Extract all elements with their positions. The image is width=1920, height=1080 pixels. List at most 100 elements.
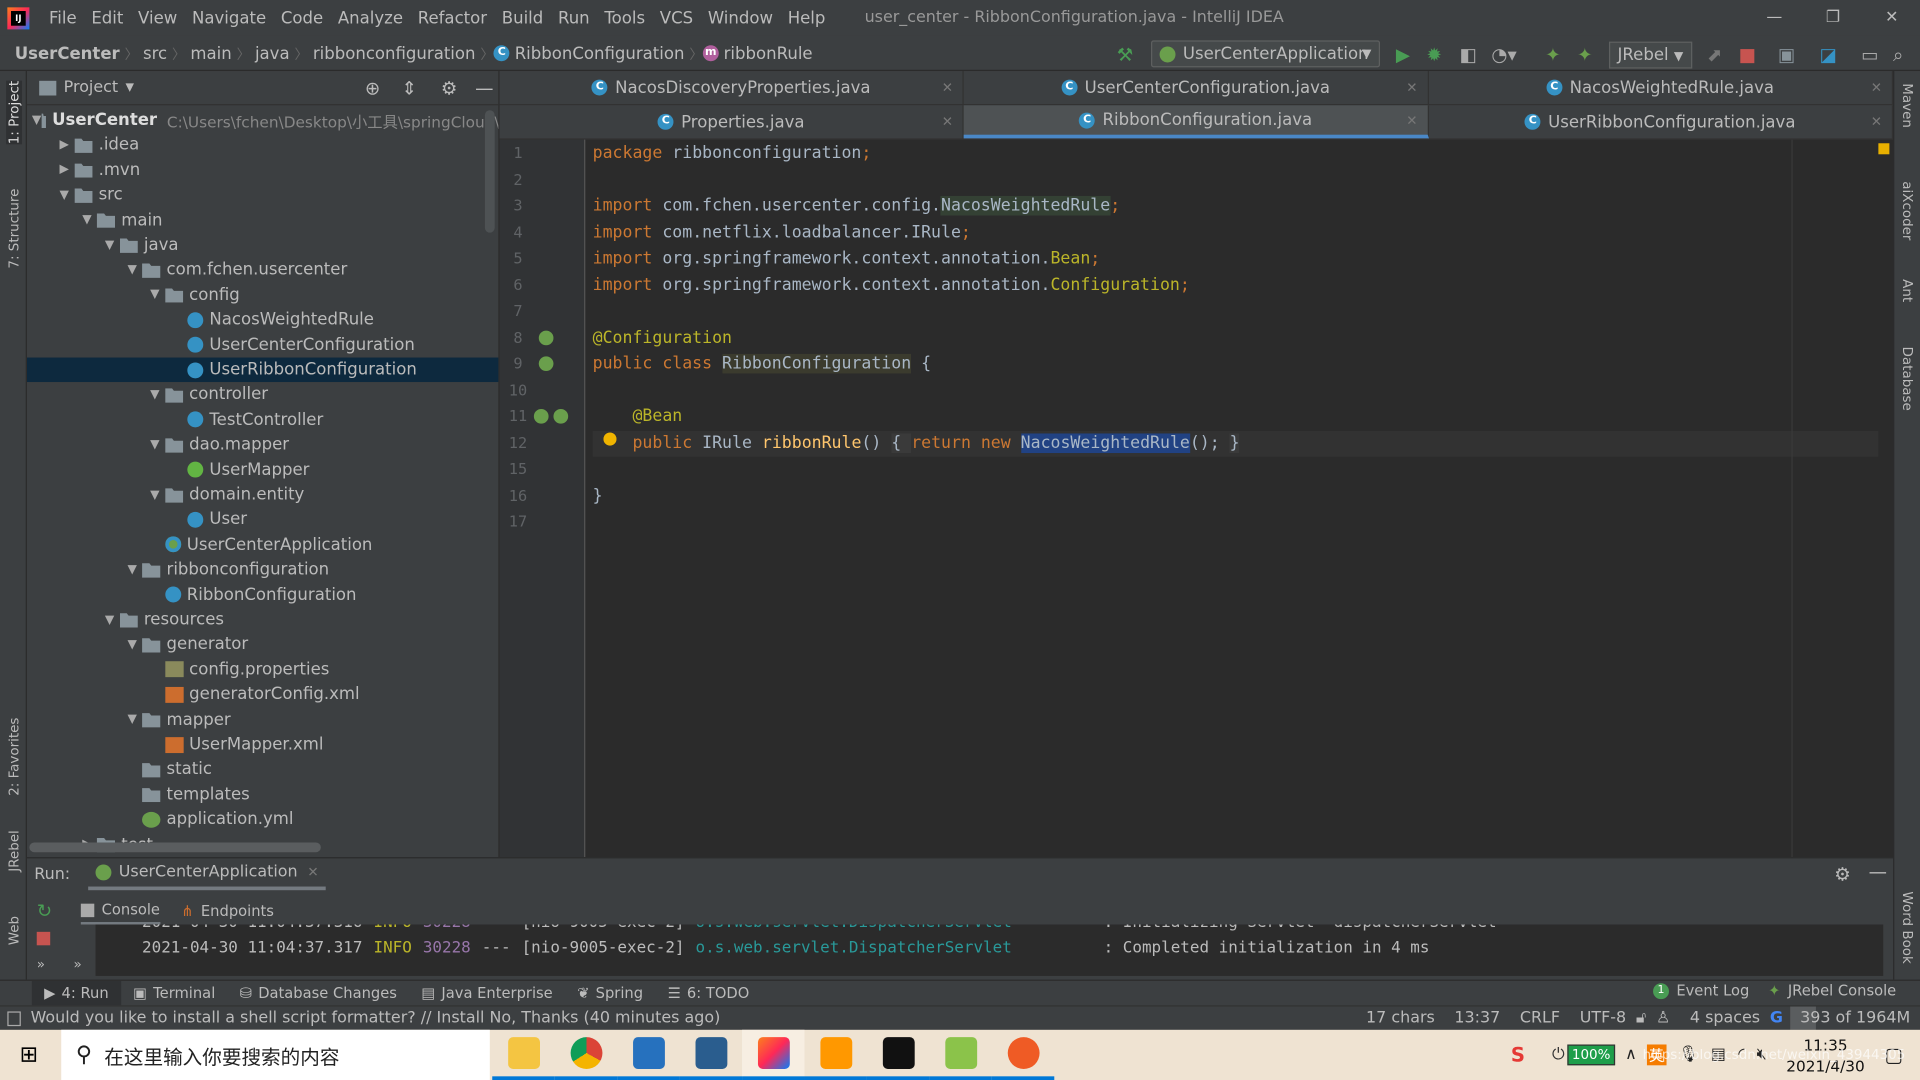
close-tab-icon[interactable]: ✕	[1871, 114, 1882, 130]
tool-web[interactable]: Web	[6, 916, 22, 945]
taskbar-virtualbox[interactable]	[679, 1030, 743, 1080]
taskbar-postman[interactable]	[991, 1030, 1055, 1080]
menu-build[interactable]: Build	[494, 8, 550, 28]
tree-item[interactable]: ▼ generator	[27, 632, 498, 656]
stop-icon[interactable]: ■	[1739, 44, 1756, 66]
tree-item[interactable]: ▼ com.fchen.usercenter	[27, 258, 498, 282]
presentation-icon[interactable]: ▭	[1861, 44, 1878, 66]
event-log-button[interactable]: 1 Event Log	[1653, 982, 1749, 999]
code-line[interactable]: }	[593, 483, 1879, 509]
tree-item[interactable]: ▼ ribbonconfiguration	[27, 557, 498, 581]
tree-item[interactable]: ▼ controller	[27, 383, 498, 407]
tool-jrebel[interactable]: JRebel	[6, 830, 22, 872]
tree-item[interactable]: ▼ dao.mapper	[27, 432, 498, 456]
editor-tab[interactable]: C UserRibbonConfiguration.java ✕	[1429, 105, 1894, 139]
minimize-button[interactable]: —	[1746, 0, 1802, 36]
editor-tab[interactable]: C NacosWeightedRule.java ✕	[1429, 71, 1894, 105]
code-line[interactable]	[593, 378, 1879, 404]
breadcrumb-java[interactable]: java	[250, 43, 294, 63]
close-tab-icon[interactable]: ✕	[1871, 80, 1882, 96]
tool-database[interactable]: Database	[1899, 347, 1915, 411]
file-encoding[interactable]: UTF-8	[1570, 1009, 1636, 1027]
battery-indicator[interactable]: 100%	[1567, 1044, 1616, 1066]
run-configuration-select[interactable]: UserCenterApplication ▼	[1151, 40, 1381, 68]
taskbar-search-box[interactable]: ⚲ 在这里输入你要搜索的内容	[61, 1029, 490, 1080]
build-hammer-icon[interactable]: ⚒	[1117, 44, 1133, 66]
breadcrumb-main[interactable]: main	[185, 43, 236, 63]
collapsed-arrow-icon[interactable]: ▶	[54, 163, 74, 176]
sogou-ime-icon[interactable]: S	[1511, 1043, 1525, 1066]
menu-code[interactable]: Code	[274, 8, 331, 28]
breadcrumb-src[interactable]: src	[138, 43, 172, 63]
tree-item[interactable]: NacosWeightedRule	[27, 308, 498, 332]
tree-item[interactable]: TestController	[27, 408, 498, 432]
code-line[interactable]	[593, 167, 1879, 193]
expanded-arrow-icon[interactable]: ▼	[122, 263, 142, 276]
line-separator[interactable]: CRLF	[1510, 1009, 1570, 1027]
jrebel-update-icon[interactable]: ⬈	[1707, 44, 1722, 66]
lock-icon[interactable]: 🔓︎	[1636, 1009, 1646, 1027]
close-tab-icon[interactable]: ✕	[1406, 80, 1417, 96]
tree-item[interactable]: ▼ src	[27, 183, 498, 207]
editor-tab[interactable]: C UserCenterConfiguration.java ✕	[964, 71, 1429, 105]
menu-help[interactable]: Help	[780, 8, 832, 28]
close-tab-icon[interactable]: ✕	[307, 864, 318, 880]
code-line[interactable]	[593, 299, 1879, 325]
tree-item[interactable]: RibbonConfiguration	[27, 582, 498, 606]
coverage-icon[interactable]: ◧	[1460, 44, 1477, 66]
taskbar-file-explorer[interactable]	[492, 1030, 555, 1080]
expanded-arrow-icon[interactable]: ▼	[122, 713, 142, 726]
tree-item[interactable]: ▶ .idea	[27, 133, 498, 157]
taskbar-sublime[interactable]	[804, 1030, 867, 1080]
gear-icon[interactable]: ⚙	[1834, 863, 1850, 885]
windows-start-icon[interactable]: ⊞	[20, 1042, 38, 1068]
tree-item[interactable]: config.properties	[27, 657, 498, 681]
memory-indicator[interactable]: 393 of 1964M	[1790, 1006, 1920, 1030]
tool-tab[interactable]: ❦ Spring	[565, 980, 655, 1006]
locate-file-icon[interactable]: ⊕	[365, 77, 380, 99]
code-line[interactable]: import org.springframework.context.annot…	[593, 246, 1879, 272]
menu-file[interactable]: File	[42, 8, 84, 28]
expanded-arrow-icon[interactable]: ▼	[100, 238, 120, 251]
close-tab-icon[interactable]: ✕	[942, 80, 953, 96]
breadcrumb-package[interactable]: ribbonconfiguration	[308, 43, 480, 63]
menu-vcs[interactable]: VCS	[652, 8, 700, 28]
tree-item[interactable]: static	[27, 757, 498, 781]
tree-item[interactable]: UserMapper.xml	[27, 732, 498, 756]
tree-scrollbar[interactable]	[484, 110, 495, 233]
spring-class-gutter-icon[interactable]	[538, 356, 554, 372]
tree-item[interactable]: UserCenterConfiguration	[27, 333, 498, 357]
more-icon[interactable]: »	[37, 956, 45, 972]
tree-item[interactable]: ▶ .mvn	[27, 158, 498, 182]
editor-tab[interactable]: C RibbonConfiguration.java ✕	[964, 105, 1429, 139]
project-structure-icon[interactable]: ▣	[1778, 44, 1795, 66]
inspector-icon[interactable]: ♙	[1646, 1009, 1680, 1027]
expanded-arrow-icon[interactable]: ▼	[145, 488, 165, 501]
tool-maven[interactable]: Maven	[1899, 83, 1915, 128]
gear-icon[interactable]: ⚙	[441, 77, 457, 99]
show-hidden-icons[interactable]: ∧	[1625, 1046, 1637, 1064]
tool-ant[interactable]: Ant	[1899, 279, 1915, 302]
jrebel-run-icon[interactable]: ✦	[1545, 44, 1560, 66]
override-gutter-icon[interactable]	[533, 408, 549, 424]
menu-view[interactable]: View	[131, 8, 185, 28]
code-line[interactable]: import com.fchen.usercenter.config.Nacos…	[593, 193, 1879, 219]
taskbar-chrome[interactable]	[554, 1030, 618, 1080]
lightbulb-icon[interactable]: ●	[602, 428, 617, 448]
tree-item[interactable]: generatorConfig.xml	[27, 682, 498, 706]
tool-project[interactable]: 1: Project	[6, 80, 23, 145]
tree-item[interactable]: ▼ main	[27, 208, 498, 232]
collapsed-arrow-icon[interactable]: ▶	[54, 138, 74, 151]
endpoints-tab[interactable]: ⋔ Endpoints	[181, 898, 274, 925]
menu-analyze[interactable]: Analyze	[331, 8, 411, 28]
debug-icon[interactable]: ✹	[1427, 44, 1442, 66]
tool-tab[interactable]: ▣ Terminal	[121, 980, 228, 1006]
rerun-icon[interactable]: ↻	[37, 900, 52, 922]
expanded-arrow-icon[interactable]: ▼	[122, 563, 142, 576]
expanded-arrow-icon[interactable]: ▼	[77, 213, 97, 226]
spring-bean-gutter-icon[interactable]	[553, 408, 569, 424]
translate-icon[interactable]: ◪	[1820, 44, 1837, 66]
expanded-arrow-icon[interactable]: ▼	[122, 638, 142, 651]
menu-edit[interactable]: Edit	[84, 8, 131, 28]
search-icon[interactable]: ⌕	[1893, 44, 1903, 66]
